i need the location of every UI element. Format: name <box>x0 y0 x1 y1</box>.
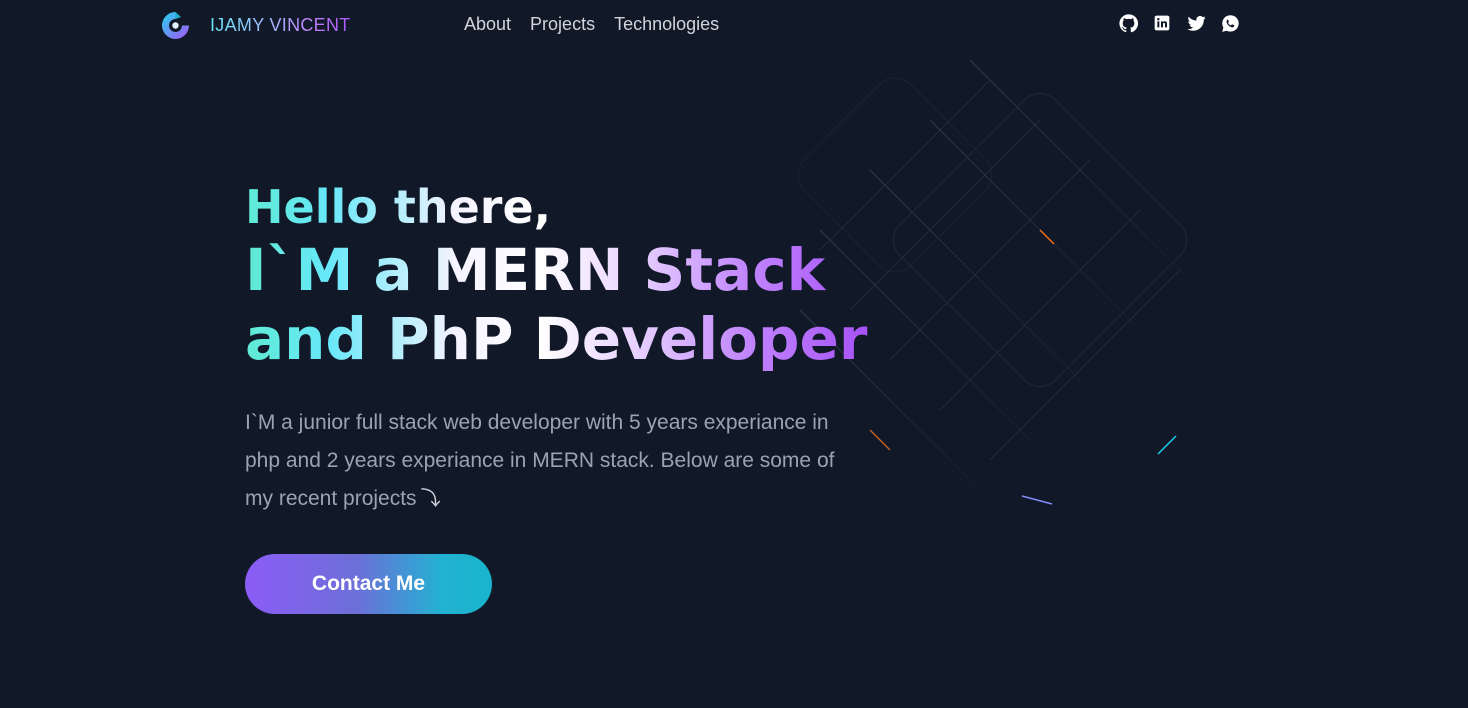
main-nav: About Projects Technologies <box>464 14 738 35</box>
brand-name: IJAMY VINCENT <box>210 15 351 35</box>
whatsapp-icon[interactable] <box>1220 13 1240 33</box>
nav-link-about[interactable]: About <box>464 14 511 35</box>
spiral-logo-icon <box>159 9 192 42</box>
linkedin-icon[interactable] <box>1152 13 1172 33</box>
brand-logo[interactable]: IJAMY VINCENT <box>159 9 351 42</box>
arrow-down-icon: ⤵ <box>420 488 441 510</box>
hero-section: Hello there, I`M a MERN Stack and PhP De… <box>245 178 945 614</box>
hero-headline-line2: and PhP Developer <box>245 305 945 374</box>
hero-intro: I`M a junior full stack web developer wi… <box>245 404 865 518</box>
social-links <box>1118 13 1254 33</box>
nav-link-projects[interactable]: Projects <box>530 14 595 35</box>
nav-link-technologies[interactable]: Technologies <box>614 14 719 35</box>
hero-headline-line1: I`M a MERN Stack <box>245 236 945 305</box>
hero-intro-text: I`M a junior full stack web developer wi… <box>245 411 835 510</box>
twitter-icon[interactable] <box>1186 13 1206 33</box>
navbar: IJAMY VINCENT About Projects Technologie… <box>0 0 1468 52</box>
github-icon[interactable] <box>1118 13 1138 33</box>
hero-greeting: Hello there, <box>245 178 945 236</box>
contact-me-button[interactable]: Contact Me <box>245 554 492 614</box>
